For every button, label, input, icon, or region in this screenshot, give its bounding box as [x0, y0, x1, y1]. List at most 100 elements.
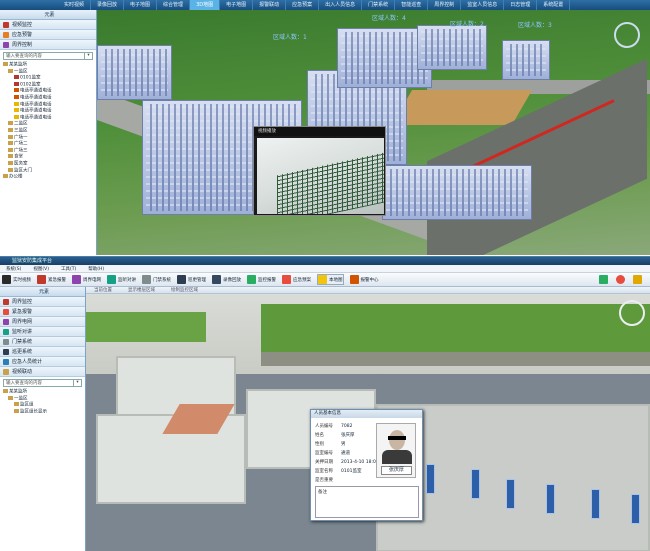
area-count-label[interactable]: 区域人数：3 — [518, 20, 552, 29]
side-item-video[interactable]: 视频监控 — [0, 20, 96, 30]
person-photo: 张庆厚 — [376, 423, 416, 478]
bed — [591, 489, 600, 519]
menu-view[interactable]: 视图(V) — [27, 266, 55, 272]
toolbar-button[interactable]: 监控报警 — [247, 275, 276, 284]
tree-node[interactable]: 某某监所 — [0, 389, 85, 396]
tree-node[interactable]: 广场三 — [0, 147, 96, 155]
search-icon[interactable]: ▾ — [73, 380, 81, 386]
side-item[interactable]: 门禁系统 — [0, 337, 85, 347]
phone-icon[interactable] — [599, 275, 610, 284]
nav-tab[interactable]: 实时视频 — [58, 0, 92, 10]
compass-icon[interactable] — [619, 300, 645, 326]
floor-area-button[interactable]: 显示楼层区域 — [120, 287, 163, 293]
search-icon[interactable]: ▾ — [84, 53, 92, 59]
bottom-left-panel: 元素 周界监控 紧急报警 周界电网 监听对讲 门禁系统 巡更系统 应急人员统计 … — [0, 287, 86, 551]
draw-area-button[interactable]: 绘制监控区域 — [163, 287, 206, 293]
side-item[interactable]: 应急人员统计 — [0, 357, 85, 367]
tree-node[interactable]: 食堂 — [0, 154, 96, 161]
field-id: 人员编号 7082 — [315, 424, 353, 429]
note-field[interactable]: 备注 — [315, 486, 419, 518]
nav-tab[interactable]: 日志管理 — [504, 0, 538, 10]
device-tree: 某某监所 一监区 0101监室 0102监室 电话亭通道电话 电话亭通道电话 电… — [0, 62, 96, 181]
toolbar-button-active[interactable]: 本地图 — [317, 274, 344, 285]
side-item[interactable]: 视频联动 — [0, 367, 85, 377]
side-item[interactable]: 周界电网 — [0, 317, 85, 327]
nav-tab[interactable]: 监室人员信息 — [461, 0, 505, 10]
toolbar-button[interactable]: 实时视频 — [2, 275, 31, 284]
toolbar-button[interactable]: 紧急报警 — [37, 275, 66, 284]
area-count-label[interactable]: 区域人数：2 — [450, 19, 484, 28]
tree-node[interactable]: 广场一 — [0, 134, 96, 142]
tree-node[interactable]: 0102监室 — [0, 81, 96, 89]
toolbar-button[interactable]: 监听对讲 — [107, 275, 136, 284]
nav-tab-active[interactable]: 3D地图 — [190, 0, 221, 10]
side-item-alarm[interactable]: 应急预警 — [0, 30, 96, 40]
tree-node[interactable]: 0101监室 — [0, 75, 96, 82]
fence-icon — [72, 275, 81, 284]
tree-node[interactable]: 三监区 — [0, 127, 96, 135]
status-icon[interactable] — [633, 275, 644, 284]
nav-tab[interactable]: 综合管理 — [157, 0, 191, 10]
siren-icon[interactable] — [616, 275, 627, 284]
nav-tab[interactable]: 智能巡查 — [395, 0, 429, 10]
side-item-perimeter[interactable]: 周界控制 — [0, 40, 96, 50]
building[interactable] — [97, 45, 172, 100]
search-input[interactable]: 输入要查询的内容 ▾ — [3, 379, 82, 387]
tree-node[interactable]: 监区组长显示 — [0, 408, 85, 416]
nav-tab[interactable]: 系统配置 — [537, 0, 571, 10]
tree-node[interactable]: 电话亭通道电话 — [0, 108, 96, 115]
sports-field — [391, 90, 533, 125]
tree-node[interactable]: 某某监所 — [0, 62, 96, 69]
area-count-label[interactable]: 区域人数：1 — [273, 32, 307, 41]
side-item[interactable]: 监听对讲 — [0, 327, 85, 337]
top-left-panel: 元素 视频监控 应急预警 周界控制 输入要查询的内容 ▾ 某某监所 一监区 010… — [0, 10, 97, 255]
area-count-label[interactable]: 区域人数：4 — [372, 13, 406, 22]
toolbar-button[interactable]: 应急预案 — [282, 275, 311, 284]
menu-tools[interactable]: 工具(T) — [55, 266, 82, 272]
search-input[interactable]: 输入要查询的内容 ▾ — [3, 52, 93, 60]
building[interactable] — [417, 25, 487, 70]
tree-node[interactable]: 监区大门 — [0, 167, 96, 175]
building[interactable] — [502, 40, 550, 80]
side-item[interactable]: 巡更系统 — [0, 347, 85, 357]
compass-icon[interactable] — [614, 22, 640, 48]
tree-node[interactable]: 办公楼 — [0, 174, 96, 181]
tree-node[interactable]: 电话亭通道电话 — [0, 88, 96, 95]
nav-tab[interactable]: 出入人员信息 — [319, 0, 363, 10]
tree-node[interactable]: 医务室 — [0, 160, 96, 168]
side-item[interactable]: 周界监控 — [0, 297, 85, 307]
menu-help[interactable]: 帮助(H) — [82, 266, 110, 272]
nav-tab[interactable]: 电子地图 — [124, 0, 158, 10]
video-popup[interactable]: 视频播放 — [253, 126, 386, 216]
side-item[interactable]: 紧急报警 — [0, 307, 85, 317]
tree-node[interactable]: 电话亭通道电话 — [0, 114, 96, 122]
field-cell-name: 监室名称 0101监室 — [315, 469, 362, 474]
toolbar: 实时视频 紧急报警 周界电网 监听对讲 门禁系统 巡更管理 录像回放 监控报警 … — [0, 273, 650, 287]
tree-node[interactable]: 监区组 — [0, 402, 85, 409]
toolbar-button[interactable]: 门禁系统 — [142, 275, 171, 284]
tree-node[interactable]: 一监区 — [0, 395, 85, 403]
toolbar-button[interactable]: 周界电网 — [72, 275, 101, 284]
menu-system[interactable]: 系统(S) — [0, 266, 27, 272]
nav-tab[interactable]: 门禁系统 — [362, 0, 396, 10]
intercom-icon — [107, 275, 116, 284]
tree-node[interactable]: 电话亭通道电话 — [0, 94, 96, 102]
lawn — [261, 304, 650, 359]
nav-tab[interactable]: 电子地图 — [220, 0, 254, 10]
person-info-card[interactable]: 人员基本信息 人员编号 7082 姓名 张庆厚 性别男 监室编号 通道 关押日期 201… — [310, 409, 423, 521]
patrol-icon — [177, 275, 186, 284]
nav-tab[interactable]: 录像回放 — [91, 0, 125, 10]
tree-node[interactable]: 广场二 — [0, 141, 96, 148]
tree-node[interactable]: 电话亭通道电话 — [0, 101, 96, 109]
building[interactable] — [382, 165, 532, 220]
nav-tab[interactable]: 报警联动 — [253, 0, 287, 10]
torso — [382, 450, 412, 464]
toolbar-button[interactable]: 巡更管理 — [177, 275, 206, 284]
toolbar-button[interactable]: 报警中心 — [349, 275, 379, 284]
nav-tab[interactable]: 应急预案 — [286, 0, 320, 10]
face — [389, 430, 405, 450]
toolbar-button[interactable]: 录像回放 — [212, 275, 241, 284]
tree-node[interactable]: 一监区 — [0, 68, 96, 76]
tree-node[interactable]: 二监区 — [0, 121, 96, 128]
nav-tab[interactable]: 周界控制 — [428, 0, 462, 10]
